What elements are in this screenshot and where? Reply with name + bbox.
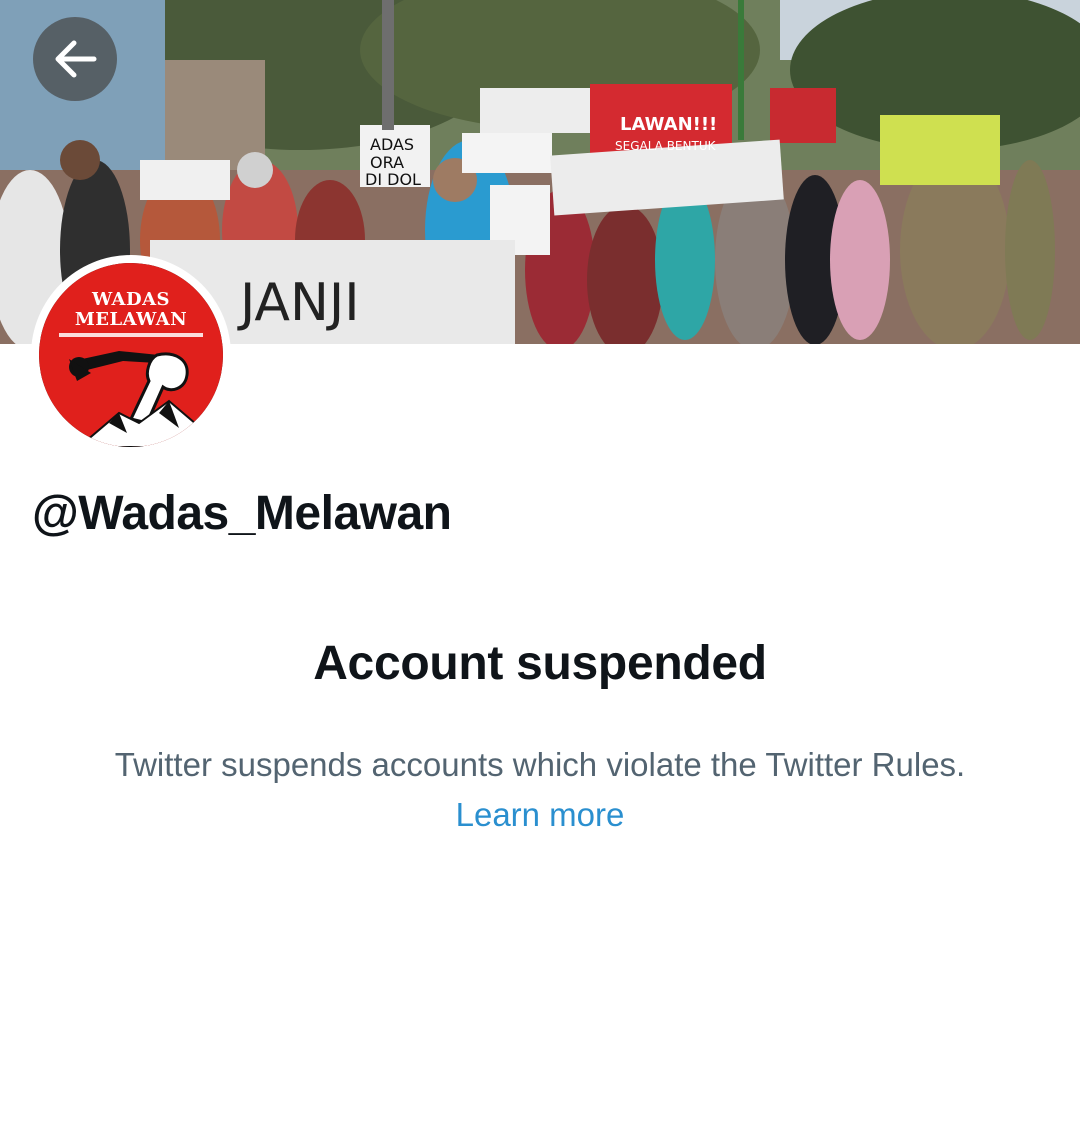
avatar-logo-text-line-2: MELAWAN — [74, 309, 188, 330]
suspended-message: Twitter suspends accounts which violate … — [90, 740, 990, 840]
learn-more-link[interactable]: Learn more — [456, 796, 625, 833]
arrow-left-icon — [55, 40, 97, 78]
suspended-message-text: Twitter suspends accounts which violate … — [114, 746, 966, 783]
svg-text:LAWAN!!!: LAWAN!!! — [620, 114, 717, 135]
avatar-logo-text-line-1: WADAS — [91, 289, 171, 310]
suspended-title: Account suspended — [313, 637, 767, 690]
svg-text:SEGALA BENTUK: SEGALA BENTUK — [615, 139, 717, 153]
svg-text:JANJI: JANJI — [237, 273, 360, 333]
avatar[interactable]: WADAS MELAWAN — [31, 255, 231, 455]
profile-page: JANJI ADAS ORA DI DOL LAWAN!!! SEGALA BE… — [0, 0, 1080, 1132]
profile-handle: @Wadas_Melawan — [32, 487, 452, 540]
avatar-image: WADAS MELAWAN — [39, 263, 223, 447]
svg-text:ADAS: ADAS — [370, 135, 414, 154]
back-button[interactable] — [33, 17, 117, 101]
svg-text:DI DOL: DI DOL — [365, 170, 421, 189]
